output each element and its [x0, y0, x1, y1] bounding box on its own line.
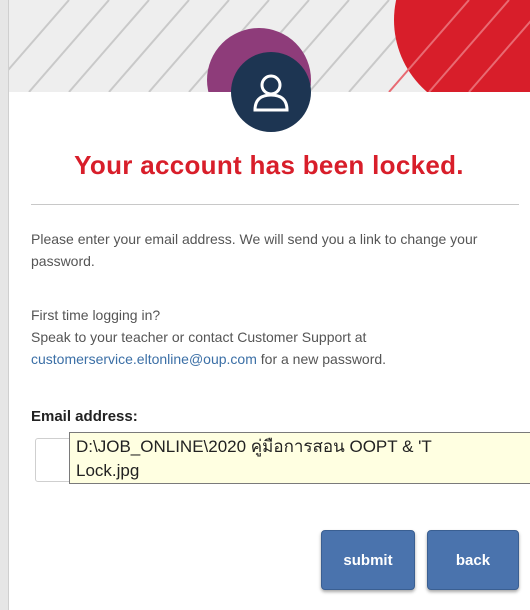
user-avatar-icon [231, 52, 311, 132]
instructions-text: Please enter your email address. We will… [31, 231, 478, 269]
submit-button[interactable]: submit [321, 530, 415, 590]
person-outline-icon [253, 74, 289, 112]
back-button[interactable]: back [427, 530, 519, 590]
divider [31, 204, 519, 205]
first-time-line1: Speak to your teacher or contact Custome… [31, 329, 367, 345]
tooltip-line2: Lock.jpg [76, 461, 140, 480]
page-title: Your account has been locked. [74, 150, 464, 180]
customer-service-email-link[interactable]: customerservice.eltonline@oup.com [31, 351, 257, 367]
tooltip-line1: D:\JOB_ONLINE\2020 คู่มือการสอน OOPT & '… [76, 437, 432, 456]
email-label: Email address: [31, 408, 138, 425]
first-time-line2-suffix: for a new password. [256, 351, 387, 367]
locked-account-card: Your account has been locked. Please ent… [8, 0, 530, 610]
file-path-tooltip: D:\JOB_ONLINE\2020 คู่มือการสอน OOPT & '… [69, 432, 530, 484]
first-time-line2: customerservice.eltonline@oup.com for a … [31, 348, 521, 370]
first-time-heading: First time logging in? [31, 307, 161, 323]
